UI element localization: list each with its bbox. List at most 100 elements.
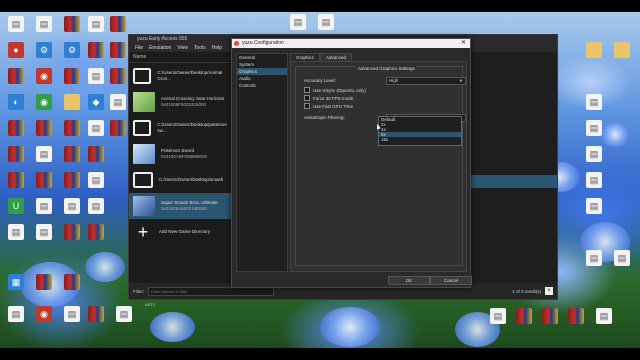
dialog-title: yuzu Configuration (242, 40, 284, 46)
desktop-icon[interactable]: ▦ (2, 274, 30, 292)
desktop-icon[interactable]: ▤ (580, 250, 608, 268)
desktop-icon[interactable]: ▤ (590, 308, 618, 326)
bottom-letterbox (0, 348, 640, 360)
game-id: 0x01006A800016E000 (161, 206, 207, 211)
desktop-icon[interactable]: ◉ (30, 68, 58, 86)
desktop-icon[interactable]: U (2, 198, 30, 216)
filter-label: Filter: (133, 288, 145, 294)
fast-gpu-time-checkbox[interactable]: Use Fast GPU Time (304, 103, 353, 109)
desktop-icon[interactable]: ▤ (30, 146, 58, 164)
game-list: Name C:/Users/Owner/Desktop/Animal Cros.… (129, 52, 233, 283)
vsync-checkbox[interactable]: Use VSync (OpenGL only) (304, 87, 366, 93)
desktop-icon[interactable] (30, 172, 58, 190)
ok-button[interactable]: OK (388, 276, 430, 285)
nav-item-controls[interactable]: Controls (237, 82, 287, 89)
desktop-icon[interactable]: ▤ (82, 172, 110, 190)
game-dir-path: C:/Users/Owner/Desktop/pokemon sw... (157, 122, 227, 133)
accuracy-value: High (389, 78, 399, 83)
desktop-icon[interactable]: ▤ (110, 306, 138, 324)
desktop-icon[interactable]: ▤ (608, 250, 636, 268)
advanced-panel: Advanced Graphics Settings Accuracy Leve… (290, 61, 467, 272)
desktop-icon[interactable] (58, 274, 86, 292)
desktop-icon[interactable]: ▤ (580, 94, 608, 112)
desktop-icon[interactable]: ▤ (312, 14, 340, 32)
filter-result-count: 1 of 3 result(s) (512, 288, 541, 294)
desktop-icon[interactable]: ▤ (30, 224, 58, 242)
checkbox-box (304, 103, 310, 109)
status-text: ASTC (145, 302, 156, 307)
add-game-directory-row[interactable]: + Add New Game Directory (129, 219, 233, 245)
aniso-label: Anisotropic Filtering: (304, 115, 345, 120)
game-thumbnail (133, 92, 155, 112)
checkbox-box (304, 95, 310, 101)
desktop-icon[interactable]: ▤ (2, 16, 30, 34)
desktop-icon[interactable]: ▤ (580, 198, 608, 216)
desktop-icon[interactable] (104, 16, 132, 34)
desktop-icon[interactable]: ▤ (580, 146, 608, 164)
nav-item-system[interactable]: System (237, 61, 287, 68)
game-dir-row-smash[interactable]: C:/Users/Owner/Desktop/smash (129, 167, 233, 193)
game-dir-row-animal[interactable]: C:/Users/Owner/Desktop/Animal Cros... (129, 63, 233, 89)
desktop-icon[interactable] (2, 68, 30, 86)
desktop-icon[interactable]: ▤ (2, 224, 30, 242)
aniso-option-16x[interactable]: 16x (379, 137, 461, 142)
game-dir-path: C:/Users/Owner/Desktop/smash (159, 177, 224, 182)
cancel-button[interactable]: Cancel (430, 276, 472, 285)
menu-help[interactable]: Help (212, 44, 222, 52)
game-dir-row-pokemon[interactable]: C:/Users/Owner/Desktop/pokemon sw... (129, 115, 233, 141)
desktop-icon[interactable] (580, 42, 608, 60)
desktop-icon[interactable]: ▤ (580, 172, 608, 190)
desktop-icon[interactable]: ◉ (30, 94, 58, 112)
column-header-name[interactable]: Name (129, 52, 233, 63)
force-30fps-checkbox[interactable]: Force 30 FPS mode (304, 95, 353, 101)
desktop-icon[interactable] (82, 306, 110, 324)
desktop-icon[interactable]: ● (2, 42, 30, 60)
desktop-icon[interactable] (510, 308, 538, 326)
folder-icon (133, 172, 153, 188)
advanced-graphics-group: Advanced Graphics Settings Accuracy Leve… (295, 66, 466, 266)
desktop-icon[interactable] (536, 308, 564, 326)
plus-icon: + (137, 222, 149, 242)
menu-view[interactable]: View (177, 44, 188, 52)
desktop-icon[interactable] (608, 42, 636, 60)
nav-item-audio[interactable]: Audio (237, 75, 287, 82)
menu-emulation[interactable]: Emulation (149, 44, 171, 52)
desktop-icon[interactable] (82, 224, 110, 242)
desktop-icon[interactable] (2, 120, 30, 138)
game-row-smash-ultimate[interactable]: Super Smash Bros. Ultimate 0x01006A800016… (129, 193, 233, 219)
desktop-icon[interactable] (2, 146, 30, 164)
game-row-animal-crossing[interactable]: Animal Crossing: New Horizons 0x01006F800… (129, 89, 233, 115)
desktop-icon[interactable]: ▤ (30, 198, 58, 216)
game-row-pokemon-sword[interactable]: Pokémon Sword 0x0100ABF008968000 (129, 141, 233, 167)
folder-icon (133, 68, 152, 84)
menu-tools[interactable]: Tools (194, 44, 206, 52)
accuracy-label: Accuracy Level: (304, 78, 336, 83)
nav-item-general[interactable]: General (237, 54, 287, 61)
desktop-icon[interactable]: ▤ (30, 16, 58, 34)
accuracy-select[interactable]: High ▼ (386, 77, 466, 85)
yuzu-title: yuzu Early Access 955 (137, 36, 188, 42)
desktop-icon[interactable]: ▤ (2, 306, 30, 324)
desktop-icon[interactable] (82, 146, 110, 164)
dialog-title-bar[interactable]: yuzu Configuration ✕ (232, 39, 470, 48)
desktop-icon[interactable]: ▤ (82, 198, 110, 216)
desktop-icon[interactable]: ◐ (2, 94, 30, 112)
game-dir-path: C:/Users/Owner/Desktop/Animal Cros... (157, 70, 223, 81)
folder-icon (133, 120, 152, 136)
menu-file[interactable]: File (135, 44, 143, 52)
desktop-icon[interactable] (30, 274, 58, 292)
game-id: 0x0100ABF008968000 (161, 154, 208, 159)
add-directory-label: Add New Game Directory (159, 229, 211, 234)
desktop-icon[interactable]: ◉ (30, 306, 58, 324)
desktop-icon[interactable] (30, 120, 58, 138)
desktop-icon[interactable] (562, 308, 590, 326)
desktop-icon[interactable]: ▤ (484, 308, 512, 326)
close-icon[interactable]: ✕ (461, 39, 466, 48)
desktop-icon[interactable]: ⚙ (30, 42, 58, 60)
desktop-icon[interactable]: ▤ (580, 120, 608, 138)
clear-filter-icon[interactable]: × (545, 287, 553, 295)
desktop-icon[interactable] (2, 172, 30, 190)
nav-item-graphics[interactable]: Graphics (237, 68, 287, 75)
force-30fps-label: Force 30 FPS mode (313, 95, 354, 101)
desktop-icon[interactable]: ▤ (284, 14, 312, 32)
